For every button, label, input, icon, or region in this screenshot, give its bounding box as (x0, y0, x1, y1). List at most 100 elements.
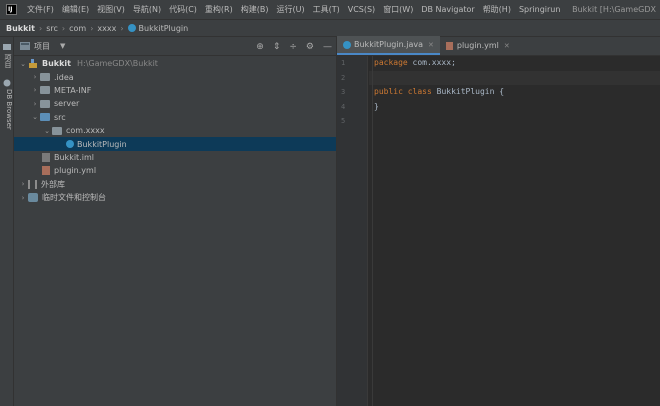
breadcrumb: Bukkit › src › com › xxxx › BukkitPlugin (0, 19, 660, 37)
breadcrumb-class[interactable]: BukkitPlugin (139, 24, 189, 33)
editor-tabs: BukkitPlugin.java ✕ plugin.yml ✕ (337, 36, 660, 56)
menu-vcs[interactable]: VCS(S) (344, 0, 379, 19)
window-title: Bukkit [H:\GameGDX (572, 5, 656, 14)
line-number-gutter[interactable]: 1 2 3 4 5 (337, 56, 368, 406)
expand-all-icon[interactable]: ⇕ (273, 42, 281, 52)
menu-help[interactable]: 帮助(H) (479, 0, 515, 19)
tree-node-external-libs[interactable]: › 外部库 (14, 178, 336, 191)
project-panel: 项目 ▼ ⊕ ⇕ ÷ ⚙ — ⌄ Bukkit H:\GameGDX\Bukki… (14, 37, 337, 406)
menu-db-navigator[interactable]: DB Navigator (417, 0, 478, 19)
chevron-right-icon: › (39, 23, 43, 33)
project-panel-title[interactable]: 项目 (34, 41, 50, 52)
locate-icon[interactable]: ⊕ (256, 42, 264, 52)
code-text: BukkitPlugin { (431, 87, 505, 96)
chevron-right-icon: › (120, 23, 124, 33)
tree-label-src: src (54, 112, 66, 122)
chevron-right-icon[interactable]: › (30, 73, 40, 81)
folder-icon (40, 73, 50, 82)
code-line[interactable] (369, 114, 660, 129)
close-icon[interactable]: ✕ (504, 42, 510, 50)
code-line[interactable]: package com.xxxx; (369, 56, 660, 71)
hide-icon[interactable]: — (323, 42, 332, 52)
menu-tools[interactable]: 工具(T) (309, 0, 344, 19)
chevron-down-icon[interactable]: ⌄ (18, 60, 28, 68)
project-tree: ⌄ Bukkit H:\GameGDX\Bukkit › .idea › MET… (14, 56, 336, 204)
tree-label-package: com.xxxx (66, 126, 105, 136)
menu-bar: IJ 文件(F) 编辑(E) 视图(V) 导航(N) 代码(C) 重构(R) 构… (0, 0, 660, 19)
chevron-down-icon[interactable]: ⌄ (42, 127, 52, 135)
chevron-right-icon: › (90, 23, 94, 33)
library-icon (28, 179, 37, 189)
class-icon (127, 24, 136, 32)
class-icon (66, 140, 74, 149)
tree-label-scratches: 临时文件和控制台 (42, 193, 106, 203)
breadcrumb-com[interactable]: com (69, 24, 86, 33)
tree-node-scratches[interactable]: › 临时文件和控制台 (14, 191, 336, 204)
code-line[interactable]: public class BukkitPlugin { (369, 85, 660, 100)
code-editor[interactable]: package com.xxxx; public class BukkitPlu… (369, 56, 660, 406)
chevron-right-icon[interactable]: › (18, 180, 28, 188)
right-margin-guide (372, 56, 373, 406)
project-panel-header: 项目 ▼ ⊕ ⇕ ÷ ⚙ — (14, 37, 336, 56)
db-browser-icon[interactable] (3, 79, 11, 87)
tab-plugin-yml[interactable]: plugin.yml ✕ (440, 36, 516, 55)
tree-root-path: H:\GameGDX\Bukkit (77, 59, 158, 69)
module-icon (29, 59, 37, 69)
package-icon (52, 126, 62, 135)
tree-node-server[interactable]: › server (14, 97, 336, 110)
project-tool-icon[interactable] (3, 43, 11, 51)
menu-run[interactable]: 运行(U) (272, 0, 308, 19)
tree-node-src[interactable]: ⌄ src (14, 111, 336, 124)
tab-label: plugin.yml (456, 41, 499, 50)
code-keyword: class (407, 87, 432, 96)
breadcrumb-project[interactable]: Bukkit (6, 24, 35, 33)
project-tool-button[interactable]: 项目 (1, 54, 13, 68)
breadcrumb-xxxx[interactable]: xxxx (97, 24, 116, 33)
chevron-right-icon[interactable]: › (30, 100, 40, 108)
code-line[interactable]: } (369, 100, 660, 115)
menu-refactor[interactable]: 重构(R) (201, 0, 237, 19)
tree-node-package[interactable]: ⌄ com.xxxx (14, 124, 336, 137)
code-line-current[interactable] (369, 70, 660, 85)
code-text: com.xxxx; (407, 58, 456, 67)
collapse-all-icon[interactable]: ÷ (289, 42, 297, 52)
line-number: 4 (341, 102, 346, 111)
db-browser-button[interactable]: DB Browser (1, 89, 13, 130)
chevron-right-icon[interactable]: › (30, 86, 40, 94)
tree-root-label: Bukkit (42, 59, 71, 69)
chevron-right-icon[interactable]: › (18, 194, 28, 202)
line-number: 1 (341, 59, 346, 67)
tree-node-yml[interactable]: plugin.yml (14, 164, 336, 177)
menu-edit[interactable]: 编辑(E) (58, 0, 93, 19)
menu-window[interactable]: 窗口(W) (379, 0, 417, 19)
yml-file-icon (445, 41, 453, 50)
chevron-down-icon[interactable]: ▼ (60, 42, 65, 50)
close-icon[interactable]: ✕ (428, 41, 434, 49)
tree-label-meta-inf: META-INF (54, 85, 92, 95)
menu-build[interactable]: 构建(B) (237, 0, 273, 19)
menu-view[interactable]: 视图(V) (93, 0, 129, 19)
tree-node-root[interactable]: ⌄ Bukkit H:\GameGDX\Bukkit (14, 57, 336, 70)
folder-icon (40, 86, 50, 95)
menu-file[interactable]: 文件(F) (23, 0, 58, 19)
yml-file-icon (42, 166, 50, 176)
menu-navigate[interactable]: 导航(N) (129, 0, 165, 19)
chevron-down-icon[interactable]: ⌄ (30, 113, 40, 121)
line-number: 3 (341, 88, 346, 96)
tree-label-external-libs: 外部库 (41, 179, 65, 189)
tree-node-meta-inf[interactable]: › META-INF (14, 84, 336, 97)
tree-node-bukkitplugin[interactable]: BukkitPlugin (14, 137, 336, 151)
intellij-logo-icon[interactable]: IJ (6, 4, 17, 15)
code-text: } (374, 101, 379, 111)
breadcrumb-src[interactable]: src (46, 24, 58, 33)
left-tool-strip: 项目 DB Browser (0, 37, 14, 406)
gear-icon[interactable]: ⚙ (306, 42, 314, 52)
tree-label-idea: .idea (54, 72, 74, 82)
tab-bukkitplugin-java[interactable]: BukkitPlugin.java ✕ (337, 36, 440, 55)
menu-springirun[interactable]: Springirun (515, 0, 564, 19)
code-keyword: public (374, 87, 403, 96)
tree-node-iml[interactable]: Bukkit.iml (14, 151, 336, 164)
code-keyword: package (374, 58, 408, 67)
menu-code[interactable]: 代码(C) (165, 0, 201, 19)
tree-node-idea[interactable]: › .idea (14, 70, 336, 83)
